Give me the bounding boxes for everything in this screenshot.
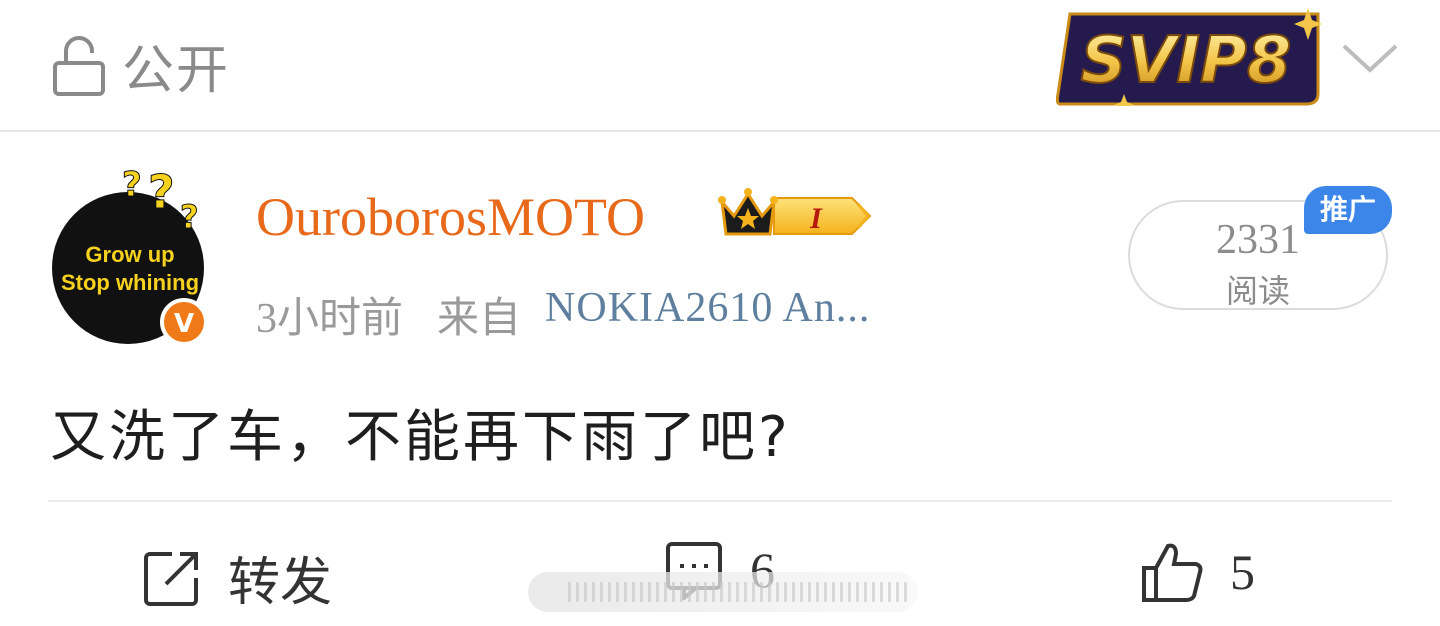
verified-icon: V <box>174 309 194 339</box>
watermark-overlay <box>528 572 918 612</box>
unlock-icon <box>53 35 105 96</box>
post-text: 又洗了车，不能再下雨了吧? <box>50 405 791 470</box>
svip-badge[interactable]: SVIP8 <box>1056 8 1322 106</box>
like-icon <box>1142 543 1203 602</box>
repost-button[interactable]: 转发 <box>142 540 332 615</box>
weibo-post-card: 公开 SVIP8 ? ? ? Grow up Stop whining V Ou… <box>0 0 1440 626</box>
avatar-text-line1: Grow up <box>85 242 174 267</box>
level-badge: I <box>809 202 823 235</box>
promote-tag[interactable]: 推广 <box>1304 186 1392 234</box>
watermark-pattern <box>568 582 908 602</box>
svg-text:?: ? <box>180 198 199 236</box>
author-name[interactable]: OuroborosMOTO <box>256 186 645 248</box>
like-count: 5 <box>1230 544 1255 600</box>
post-time: 3小时前 <box>256 296 404 342</box>
repost-icon <box>144 551 198 606</box>
content-divider <box>48 500 1392 502</box>
like-button[interactable]: 5 <box>1140 540 1255 604</box>
post-topbar: 公开 SVIP8 <box>0 0 1440 130</box>
crown-icon[interactable]: I <box>718 186 874 244</box>
source-label: 来自 <box>437 296 522 342</box>
chevron-down-icon[interactable] <box>1340 38 1400 78</box>
avatar[interactable]: ? ? ? Grow up Stop whining V <box>52 168 212 346</box>
privacy-label: 公开 <box>122 41 231 101</box>
svg-text:?: ? <box>122 168 142 205</box>
svip-text: SVIP8 <box>1081 24 1292 98</box>
avatar-text-line2: Stop whining <box>61 270 199 295</box>
privacy-selector[interactable]: 公开 <box>52 28 230 103</box>
repost-label: 转发 <box>228 553 333 613</box>
topbar-divider <box>0 130 1440 132</box>
post-meta: 3小时前 来自 NOKIA2610 An... <box>256 284 870 345</box>
source-device-link[interactable]: NOKIA2610 An... <box>545 284 870 345</box>
svg-text:?: ? <box>148 168 175 219</box>
read-label: 阅读 <box>1225 272 1290 310</box>
